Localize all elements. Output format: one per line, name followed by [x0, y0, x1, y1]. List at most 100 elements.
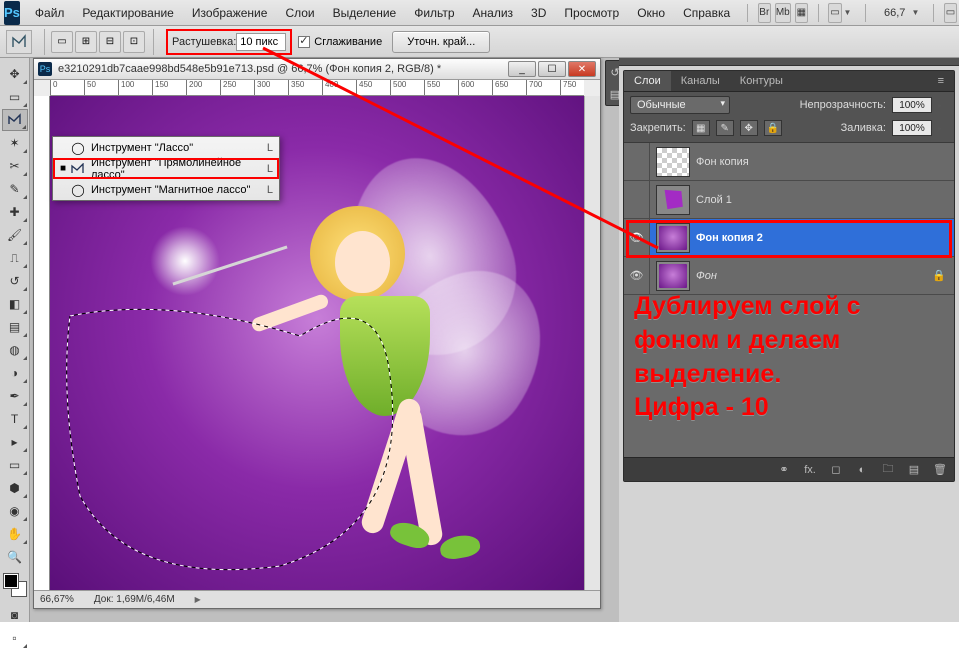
minimize-button[interactable]: _ [508, 61, 536, 77]
dodge-tool[interactable]: ◑ [2, 362, 28, 384]
panel-menu-icon[interactable]: ≡ [928, 71, 954, 91]
marquee-tool[interactable]: ▭ [2, 86, 28, 108]
lock-all-button[interactable]: 🔒 [764, 120, 782, 136]
blend-mode-select[interactable]: Обычные [630, 96, 730, 114]
selection-new-button[interactable]: ▭ [51, 31, 73, 53]
flyout-item-lasso[interactable]: ◯ Инструмент "Лассо" L [53, 137, 279, 158]
flyout-item-magnetic-lasso[interactable]: ◯ Инструмент "Магнитное лассо" L [53, 179, 279, 200]
eraser-tool[interactable]: ◧ [2, 293, 28, 315]
quick-select-tool[interactable]: ✶ [2, 132, 28, 154]
layer-row[interactable]: Слой 1 [624, 181, 954, 219]
tab-channels[interactable]: Каналы [671, 71, 730, 91]
stamp-tool[interactable]: ⎍ [2, 247, 28, 269]
type-tool[interactable]: T [2, 408, 28, 430]
menu-image[interactable]: Изображение [183, 0, 277, 25]
brush-tool[interactable]: 🖌 [2, 224, 28, 246]
tab-layers[interactable]: Слои [624, 71, 671, 91]
ruler-vertical[interactable] [34, 96, 50, 590]
zoom-menu-icon[interactable]: ▼ [911, 8, 919, 17]
layer-row[interactable]: Фон копия [624, 143, 954, 181]
lock-transparency-button[interactable]: ▦ [692, 120, 710, 136]
layer-name[interactable]: Фон копия 2 [696, 232, 763, 244]
close-button[interactable]: ✕ [568, 61, 596, 77]
zoom-display[interactable]: 66,7 [884, 7, 905, 19]
extras-button[interactable]: ▭ [944, 3, 957, 23]
layer-name[interactable]: Слой 1 [696, 194, 732, 206]
layer-row[interactable]: 👁 Фон копия 2 [624, 219, 954, 257]
lock-position-button[interactable]: ✥ [740, 120, 758, 136]
layer-thumb[interactable] [656, 261, 690, 291]
feather-input[interactable] [236, 33, 286, 51]
maximize-button[interactable]: ☐ [538, 61, 566, 77]
active-tool-icon[interactable] [6, 30, 32, 54]
fill-input[interactable] [892, 120, 932, 136]
pen-tool[interactable]: ✒ [2, 385, 28, 407]
lock-pixels-button[interactable]: ✎ [716, 120, 734, 136]
fill-flyout-icon[interactable]: ▸ [938, 124, 942, 133]
opacity-input[interactable] [892, 97, 932, 113]
selection-add-button[interactable]: ⊞ [75, 31, 97, 53]
menu-select[interactable]: Выделение [324, 0, 406, 25]
opacity-flyout-icon[interactable]: ▸ [938, 101, 942, 110]
tab-paths[interactable]: Контуры [730, 71, 793, 91]
ruler-horizontal[interactable]: 0501001502002503003504004505005506006507… [50, 80, 584, 96]
new-layer-button[interactable]: ▤ [906, 462, 922, 478]
shape-tool[interactable]: ▭ [2, 454, 28, 476]
layer-mask-button[interactable]: ◻ [828, 462, 844, 478]
quickmask-button[interactable]: ◙ [2, 604, 28, 626]
delete-layer-button[interactable]: 🗑 [932, 462, 948, 478]
layer-group-button[interactable]: 🗀 [880, 462, 896, 478]
layer-fx-button[interactable]: fx. [802, 462, 818, 478]
menu-3d[interactable]: 3D [522, 0, 555, 25]
healing-tool[interactable]: ✚ [2, 201, 28, 223]
layer-thumb[interactable] [656, 185, 690, 215]
selection-intersect-button[interactable]: ⊡ [123, 31, 145, 53]
link-layers-button[interactable]: ⚭ [776, 462, 792, 478]
gradient-tool[interactable]: ▤ [2, 316, 28, 338]
crop-tool[interactable]: ✂ [2, 155, 28, 177]
adjustment-layer-button[interactable]: ◐ [854, 462, 870, 478]
visibility-toggle[interactable]: 👁 [624, 219, 650, 256]
status-docsize[interactable]: Док: 1,69M/6,46M [94, 594, 175, 605]
vertical-scrollbar[interactable] [584, 96, 600, 590]
path-select-tool[interactable]: ▸ [2, 431, 28, 453]
bridge-button[interactable]: Br [758, 3, 771, 23]
visibility-toggle[interactable]: 👁 [624, 257, 650, 294]
blur-tool[interactable]: ◍ [2, 339, 28, 361]
zoom-tool[interactable]: 🔍 [2, 546, 28, 568]
status-zoom[interactable]: 66,67% [40, 594, 74, 605]
antialias-checkbox[interactable] [298, 36, 310, 48]
menu-layers[interactable]: Слои [276, 0, 323, 25]
menu-file[interactable]: Файл [26, 0, 74, 25]
flyout-item-polygonal-lasso[interactable]: ■ Инструмент "Прямолинейное лассо" L [53, 158, 279, 179]
selection-subtract-button[interactable]: ⊟ [99, 31, 121, 53]
arrange-button[interactable]: ▦ [795, 3, 808, 23]
layer-thumb[interactable] [656, 223, 690, 253]
hand-tool[interactable]: ✋ [2, 523, 28, 545]
document-titlebar[interactable]: Ps e3210291db7caae998bd548e5b91e713.psd … [34, 59, 600, 80]
history-brush-tool[interactable]: ↺ [2, 270, 28, 292]
menu-filter[interactable]: Фильтр [405, 0, 463, 25]
minibridge-button[interactable]: Mb [775, 3, 791, 23]
screenmode-menu-icon[interactable]: ▼ [844, 8, 852, 17]
layer-name[interactable]: Фон [696, 270, 717, 282]
menu-edit[interactable]: Редактирование [73, 0, 182, 25]
layer-name[interactable]: Фон копия [696, 156, 749, 168]
3d-tool[interactable]: ⬢ [2, 477, 28, 499]
visibility-toggle[interactable] [624, 181, 650, 218]
refine-edge-button[interactable]: Уточн. край... [392, 31, 490, 53]
menu-analysis[interactable]: Анализ [464, 0, 523, 25]
lasso-tool[interactable] [2, 109, 28, 131]
foreground-color[interactable] [4, 574, 18, 588]
screenmode-button[interactable]: ▭ [828, 3, 841, 23]
eyedropper-tool[interactable]: ✎ [2, 178, 28, 200]
screenmode-tool[interactable]: ▫ [2, 627, 28, 649]
menu-view[interactable]: Просмотр [555, 0, 628, 25]
color-swatches[interactable] [4, 574, 26, 596]
move-tool[interactable]: ✥ [2, 63, 28, 85]
layer-thumb[interactable] [656, 147, 690, 177]
menu-help[interactable]: Справка [674, 0, 739, 25]
menu-window[interactable]: Окно [628, 0, 674, 25]
visibility-toggle[interactable] [624, 143, 650, 180]
3d-camera-tool[interactable]: ◉ [2, 500, 28, 522]
